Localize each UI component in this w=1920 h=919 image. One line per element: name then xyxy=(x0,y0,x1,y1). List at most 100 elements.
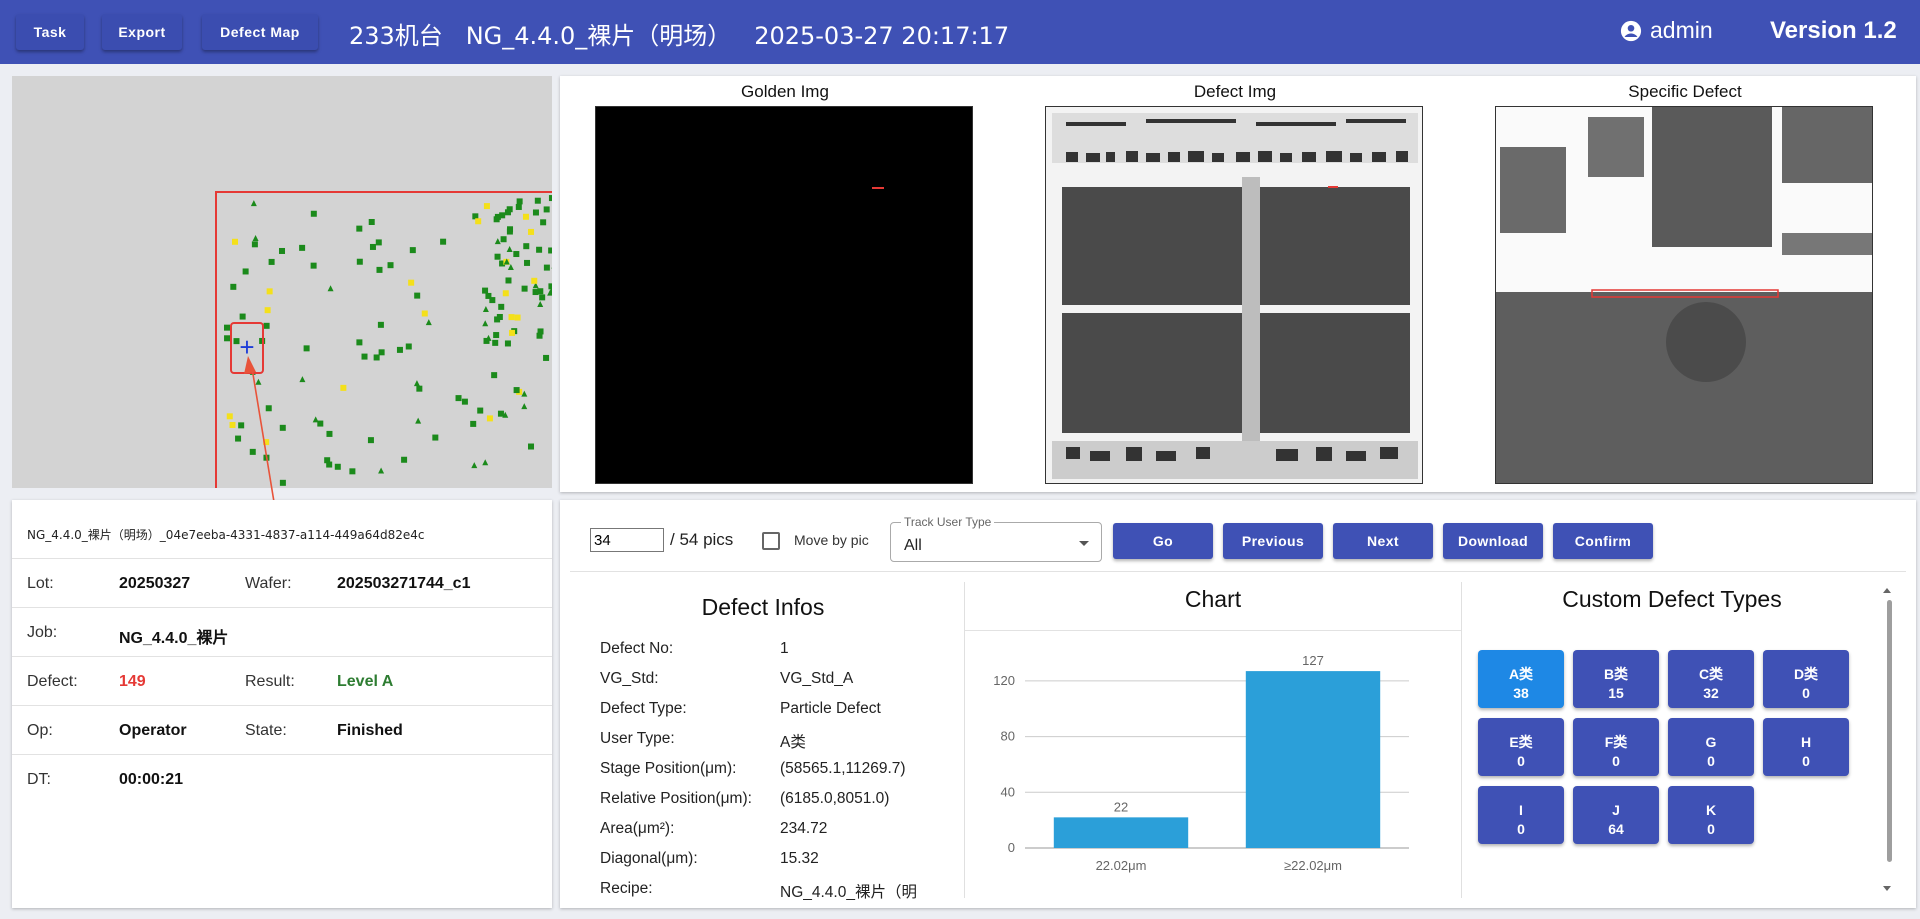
wafer-defect-point xyxy=(483,337,490,344)
column-divider xyxy=(1461,582,1462,898)
defect-image[interactable] xyxy=(1045,106,1423,484)
pic-number-input[interactable] xyxy=(590,528,664,552)
defect-type-button[interactable]: K0 xyxy=(1668,786,1754,844)
result-value: Level A xyxy=(337,673,394,690)
defect-type-button[interactable]: I0 xyxy=(1478,786,1564,844)
golden-image[interactable] xyxy=(595,106,973,484)
defect-label: Defect: xyxy=(27,673,78,690)
wafer-defect-point xyxy=(238,422,245,429)
wafer-defect-point xyxy=(368,218,375,225)
task-button[interactable]: Task xyxy=(16,14,84,50)
defect-type-button[interactable]: D类 0 xyxy=(1763,650,1849,708)
defect-type-count: 0 xyxy=(1612,752,1620,769)
wafer-defect-point xyxy=(489,297,496,304)
move-by-pic-label: Move by pic xyxy=(794,532,869,548)
wafer-defect-point xyxy=(356,339,363,346)
defect-count-value: 149 xyxy=(119,673,146,690)
defect-type-button[interactable]: E类 0 xyxy=(1478,718,1564,776)
wafer-defect-point xyxy=(367,437,374,444)
move-by-pic-checkbox[interactable] xyxy=(762,532,780,550)
wafer-defect-point xyxy=(326,430,333,437)
defect-type-count: 0 xyxy=(1707,820,1715,837)
download-button[interactable]: Download xyxy=(1443,523,1543,559)
defect-type-count: 0 xyxy=(1517,820,1525,837)
dt-label: DT: xyxy=(27,771,51,788)
defect-type-count: 64 xyxy=(1608,820,1624,837)
specific-defect-image[interactable] xyxy=(1495,106,1873,484)
wafer-defect-point xyxy=(543,354,550,361)
previous-button[interactable]: Previous xyxy=(1223,523,1323,559)
wafer-defect-point xyxy=(516,198,523,205)
wafer-defect-point xyxy=(375,239,382,246)
confirm-button[interactable]: Confirm xyxy=(1553,523,1653,559)
job-label: Job: xyxy=(27,624,58,641)
wafer-defect-point xyxy=(513,387,520,394)
wafer-defect-point xyxy=(521,403,528,410)
wafer-defect-point xyxy=(482,459,489,466)
wafer-defect-point xyxy=(377,321,384,328)
wafer-defect-point xyxy=(249,448,256,455)
specific-defect-title: Specific Defect xyxy=(1628,82,1742,101)
track-user-type-select[interactable]: Track User Type All xyxy=(890,515,1102,562)
defect-img-title: Defect Img xyxy=(1193,82,1277,101)
wafer-defect-point xyxy=(471,462,478,469)
defect-type-button[interactable]: A类 38 xyxy=(1478,650,1564,708)
defect-type-button[interactable]: C类 32 xyxy=(1668,650,1754,708)
defect-type-count: 0 xyxy=(1802,752,1810,769)
wafer-defect-point xyxy=(513,251,520,258)
defect-type-button[interactable]: G0 xyxy=(1668,718,1754,776)
pic-total: / 54 pics xyxy=(670,530,734,549)
defect-type-name: H xyxy=(1800,733,1812,750)
scroll-up-icon[interactable] xyxy=(1883,588,1891,593)
defect-type-name: I xyxy=(1519,801,1523,818)
next-button[interactable]: Next xyxy=(1333,523,1433,559)
wafer-defect-point xyxy=(522,213,529,220)
defect-type-count: 32 xyxy=(1703,684,1719,701)
export-button[interactable]: Export xyxy=(102,14,182,50)
user-menu[interactable]: admin xyxy=(1620,17,1713,44)
wafer-defect-point xyxy=(425,319,432,326)
wafer-defect-point xyxy=(401,456,408,463)
wafer-defect-point xyxy=(251,241,258,248)
defect-info-label: Stage Position(μm): xyxy=(600,760,737,777)
defect-map-button[interactable]: Defect Map xyxy=(202,14,318,50)
defect-type-button[interactable]: B类 15 xyxy=(1573,650,1659,708)
defect-info-value: 234.72 xyxy=(780,820,828,837)
wafer-defect-point xyxy=(528,443,535,450)
wafer-map[interactable]: + xyxy=(12,76,552,488)
defect-info-value: NG_4.4.0_裸片（明 xyxy=(780,884,917,901)
defect-type-count: 15 xyxy=(1608,684,1624,701)
defect-type-name: A类 xyxy=(1508,665,1534,682)
wafer-defect-point xyxy=(540,219,547,226)
wafer-defect-point xyxy=(303,345,310,352)
bar-data-label: 127 xyxy=(1302,653,1324,668)
scrollbar-thumb[interactable] xyxy=(1887,600,1892,862)
go-button[interactable]: Go xyxy=(1113,523,1213,559)
wafer-defect-point xyxy=(486,415,493,422)
wafer-defect-point xyxy=(265,405,272,412)
bar-data-label: 22 xyxy=(1114,799,1128,814)
wafer-defect-point xyxy=(232,238,239,245)
defect-type-button[interactable]: F类 0 xyxy=(1573,718,1659,776)
wafer-defect-point xyxy=(531,277,538,284)
wafer-defect-point xyxy=(506,246,513,253)
defect-info-label: Diagonal(μm): xyxy=(600,850,698,867)
wafer-defect-point xyxy=(361,353,368,360)
defect-type-button[interactable]: H0 xyxy=(1763,718,1849,776)
wafer-cursor-marker[interactable]: + xyxy=(230,322,264,374)
defect-type-count: 0 xyxy=(1517,752,1525,769)
wafer-defect-point xyxy=(494,213,501,220)
wafer-defect-point xyxy=(340,384,347,391)
wafer-defect-point xyxy=(242,268,249,275)
state-label: State: xyxy=(245,722,287,739)
wafer-defect-point xyxy=(239,313,246,320)
defect-info-label: Defect No: xyxy=(600,640,674,657)
wafer-defect-point xyxy=(548,195,552,202)
scroll-down-icon[interactable] xyxy=(1883,886,1891,891)
defect-type-button[interactable]: J 64 xyxy=(1573,786,1659,844)
defect-info-label: User Type: xyxy=(600,730,675,747)
wafer-defect-point xyxy=(482,287,489,294)
wafer-defect-point xyxy=(494,316,501,323)
size-histogram-chart: 0 40 80 120 22 22.02μm 127 ≥22.02μm xyxy=(993,653,1409,873)
wafer-defect-point xyxy=(378,467,385,474)
